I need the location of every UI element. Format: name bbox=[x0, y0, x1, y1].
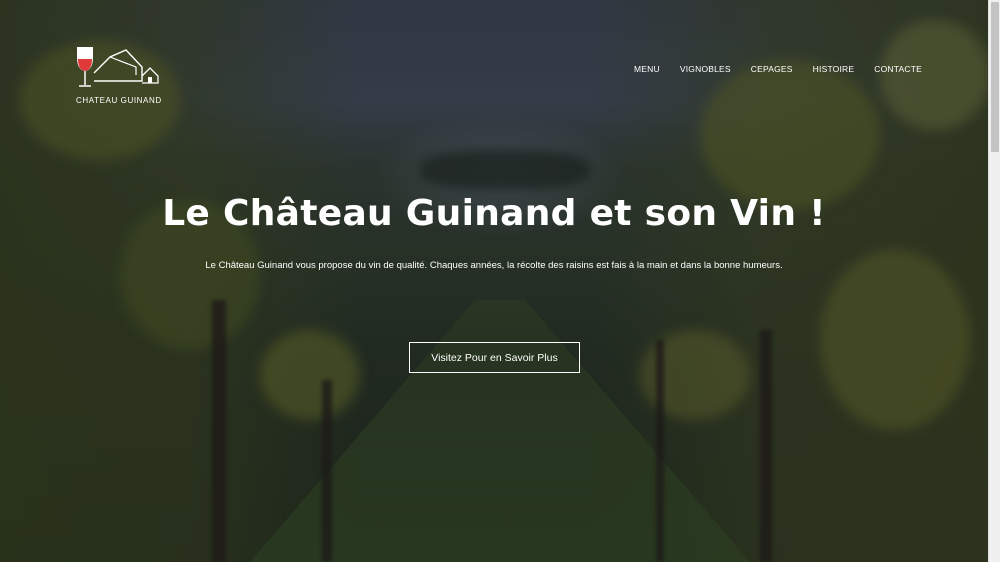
wine-glass-chateau-logo-icon bbox=[77, 47, 159, 87]
nav-item-histoire[interactable]: HISTOIRE bbox=[813, 64, 855, 74]
hero-title: Le Château Guinand et son Vin ! bbox=[162, 193, 826, 234]
visit-learn-more-button[interactable]: Visitez Pour en Savoir Plus bbox=[409, 342, 580, 373]
hero-subtitle: Le Château Guinand vous propose du vin d… bbox=[205, 260, 783, 271]
brand-name: CHATEAU GUINAND bbox=[76, 96, 162, 105]
page-scrollbar[interactable] bbox=[988, 0, 1000, 562]
nav-item-vignobles[interactable]: VIGNOBLES bbox=[680, 64, 731, 74]
main-nav: MENU VIGNOBLES CEPAGES HISTOIRE CONTACTE bbox=[634, 64, 922, 74]
scrollbar-thumb[interactable] bbox=[991, 2, 999, 152]
nav-item-menu[interactable]: MENU bbox=[634, 64, 660, 74]
nav-item-cepages[interactable]: CEPAGES bbox=[751, 64, 793, 74]
nav-item-contacte[interactable]: CONTACTE bbox=[874, 64, 922, 74]
